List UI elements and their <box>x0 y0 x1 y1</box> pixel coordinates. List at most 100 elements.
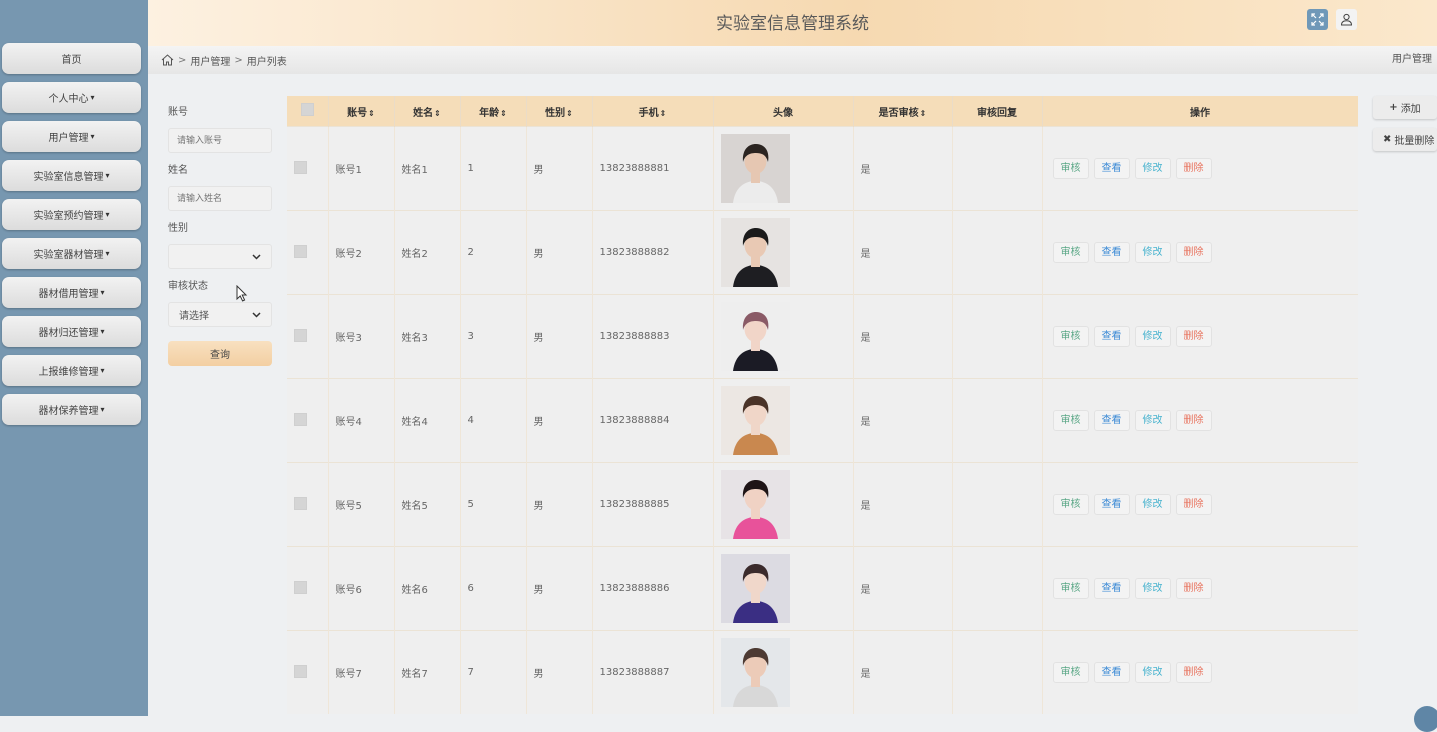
cell-avatar <box>713 126 854 211</box>
cell-phone: 13823888883 <box>592 294 714 379</box>
sidebar-item-home[interactable]: 首页 <box>2 43 141 74</box>
review-button[interactable]: 审核 <box>1052 578 1089 599</box>
query-button[interactable]: 查询 <box>168 341 272 366</box>
row-checkbox[interactable] <box>294 244 307 258</box>
column-header-account[interactable]: 账号⇕ <box>328 96 395 127</box>
row-checkbox[interactable] <box>294 580 307 594</box>
avatar-image[interactable] <box>720 554 790 623</box>
cell-age: 5 <box>460 462 527 547</box>
sidebar-item-lab-booking[interactable]: 实验室预约管理 ▾ <box>2 199 141 230</box>
column-header-age[interactable]: 年龄⇕ <box>460 96 527 127</box>
sidebar-item-equipment-return[interactable]: 器材归还管理 ▾ <box>2 316 141 347</box>
edit-button[interactable]: 修改 <box>1134 158 1171 179</box>
cell-account: 账号4 <box>328 378 395 463</box>
gender-select[interactable] <box>168 244 272 269</box>
avatar-image[interactable] <box>720 470 790 539</box>
column-header-approved[interactable]: 是否审核⇕ <box>853 96 953 127</box>
caret-down-icon: ▾ <box>100 327 105 336</box>
column-header-phone[interactable]: 手机⇕ <box>592 96 714 127</box>
name-input[interactable] <box>168 186 272 211</box>
add-button[interactable]: + 添加 <box>1373 96 1437 119</box>
sort-icon: ⇕ <box>566 108 573 118</box>
caret-down-icon: ▾ <box>105 171 110 180</box>
row-checkbox[interactable] <box>294 412 307 426</box>
sidebar-item-equipment-borrow[interactable]: 器材借用管理 ▾ <box>2 277 141 308</box>
caret-down-icon: ▾ <box>90 132 95 141</box>
cell-age: 4 <box>460 378 527 463</box>
cell-account: 账号5 <box>328 462 395 547</box>
cell-name: 姓名5 <box>394 462 461 547</box>
row-checkbox[interactable] <box>294 160 307 174</box>
select-all-checkbox[interactable] <box>300 103 314 116</box>
review-button[interactable]: 审核 <box>1052 158 1089 179</box>
cell-phone: 13823888886 <box>592 546 714 631</box>
edit-button[interactable]: 修改 <box>1134 494 1171 515</box>
chevron-down-icon <box>252 253 261 260</box>
scroll-to-top-button[interactable] <box>1414 706 1437 732</box>
cell-actions: 审核 查看 修改 删除 <box>1042 294 1358 379</box>
review-button[interactable]: 审核 <box>1052 662 1089 683</box>
review-button[interactable]: 审核 <box>1052 494 1089 515</box>
cell-avatar <box>713 294 854 379</box>
row-checkbox[interactable] <box>294 328 307 342</box>
cell-approved: 是 <box>853 630 953 714</box>
delete-button[interactable]: 删除 <box>1175 578 1212 599</box>
review-button[interactable]: 审核 <box>1052 326 1089 347</box>
sidebar-item-maintenance[interactable]: 器材保养管理 ▾ <box>2 394 141 425</box>
view-button[interactable]: 查看 <box>1093 326 1130 347</box>
sidebar-item-personal-center[interactable]: 个人中心 ▾ <box>2 82 141 113</box>
row-checkbox[interactable] <box>294 664 307 678</box>
avatar-image[interactable] <box>720 134 790 203</box>
review-button[interactable]: 审核 <box>1052 410 1089 431</box>
row-select-cell <box>287 378 329 463</box>
status-select-value: 请选择 <box>179 311 209 322</box>
edit-button[interactable]: 修改 <box>1134 662 1171 683</box>
delete-button[interactable]: 删除 <box>1175 494 1212 515</box>
user-button[interactable] <box>1336 9 1357 30</box>
view-button[interactable]: 查看 <box>1093 410 1130 431</box>
delete-button[interactable]: 删除 <box>1175 410 1212 431</box>
cell-account: 账号3 <box>328 294 395 379</box>
breadcrumb-separator: > <box>178 54 187 66</box>
sidebar-item-lab-info[interactable]: 实验室信息管理 ▾ <box>2 160 141 191</box>
delete-button[interactable]: 删除 <box>1175 326 1212 347</box>
review-button[interactable]: 审核 <box>1052 242 1089 263</box>
sidebar-item-label: 器材归还管理 <box>38 328 99 339</box>
column-header-label: 性别 <box>545 107 566 119</box>
row-select-cell <box>287 462 329 547</box>
avatar-image[interactable] <box>720 386 790 455</box>
view-button[interactable]: 查看 <box>1093 662 1130 683</box>
column-header-name[interactable]: 姓名⇕ <box>394 96 461 127</box>
edit-button[interactable]: 修改 <box>1134 242 1171 263</box>
home-icon[interactable] <box>161 54 174 66</box>
sidebar-item-repair-report[interactable]: 上报维修管理 ▾ <box>2 355 141 386</box>
view-button[interactable]: 查看 <box>1093 242 1130 263</box>
cell-age: 7 <box>460 630 527 714</box>
edit-button[interactable]: 修改 <box>1134 410 1171 431</box>
cell-phone: 13823888885 <box>592 462 714 547</box>
edit-button[interactable]: 修改 <box>1134 578 1171 599</box>
avatar-image[interactable] <box>720 302 790 371</box>
cell-name: 姓名6 <box>394 546 461 631</box>
avatar-image[interactable] <box>720 638 790 707</box>
delete-button[interactable]: 删除 <box>1175 662 1212 683</box>
cell-phone: 13823888884 <box>592 378 714 463</box>
column-header-gender[interactable]: 性别⇕ <box>526 96 593 127</box>
delete-button[interactable]: 删除 <box>1175 158 1212 179</box>
fullscreen-button[interactable] <box>1307 9 1328 30</box>
view-button[interactable]: 查看 <box>1093 158 1130 179</box>
sidebar-item-lab-equipment[interactable]: 实验室器材管理 ▾ <box>2 238 141 269</box>
delete-button[interactable]: 删除 <box>1175 242 1212 263</box>
row-select-cell <box>287 210 329 295</box>
breadcrumb-item[interactable]: 用户管理 <box>190 53 230 68</box>
view-button[interactable]: 查看 <box>1093 578 1130 599</box>
status-select[interactable]: 请选择 <box>168 302 272 327</box>
view-button[interactable]: 查看 <box>1093 494 1130 515</box>
caret-down-icon: ▾ <box>90 93 95 102</box>
sidebar-item-user-management[interactable]: 用户管理 ▾ <box>2 121 141 152</box>
edit-button[interactable]: 修改 <box>1134 326 1171 347</box>
row-checkbox[interactable] <box>294 496 307 510</box>
avatar-image[interactable] <box>720 218 790 287</box>
batch-delete-button[interactable]: ✖ 批量删除 <box>1373 128 1437 151</box>
account-input[interactable] <box>168 128 272 153</box>
